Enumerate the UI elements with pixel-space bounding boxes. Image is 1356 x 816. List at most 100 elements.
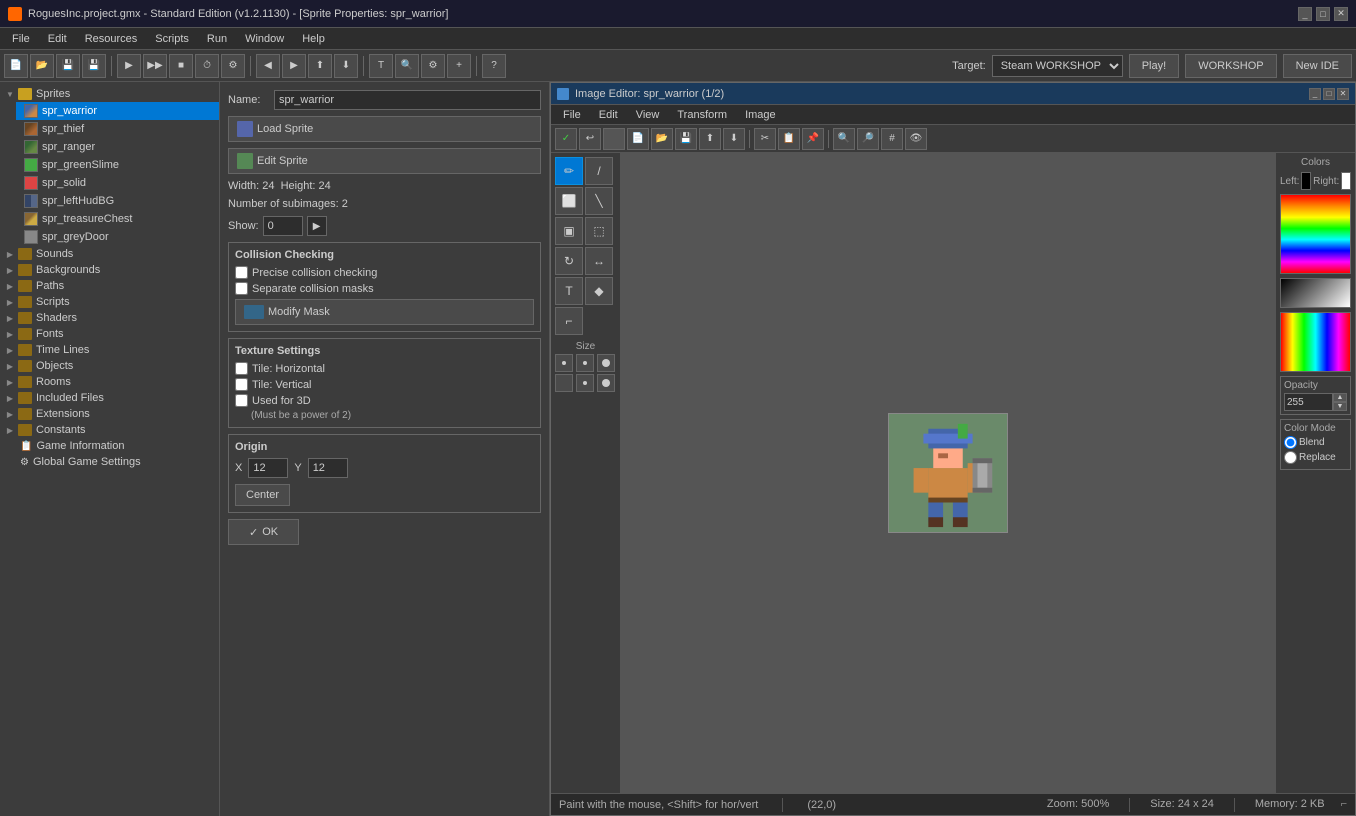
size-btn-3[interactable] [597, 354, 615, 372]
tree-group-header-fonts[interactable]: ▶ Fonts [0, 326, 219, 342]
opacity-input[interactable] [1284, 393, 1333, 411]
menu-scripts[interactable]: Scripts [147, 31, 197, 47]
next-button[interactable]: ▶ [282, 54, 306, 78]
line-tool[interactable]: / [585, 157, 613, 185]
size-btn-5[interactable] [576, 374, 594, 392]
sprite-item-solid[interactable]: spr_solid [16, 174, 219, 192]
origin-x-input[interactable] [248, 458, 288, 478]
tree-group-header-shaders[interactable]: ▶ Shaders [0, 310, 219, 326]
tree-group-header-scripts[interactable]: ▶ Scripts [0, 294, 219, 310]
prev-button[interactable]: ◀ [256, 54, 280, 78]
tile-h-checkbox[interactable] [235, 362, 248, 375]
used-3d-checkbox[interactable] [235, 394, 248, 407]
target-select[interactable]: Steam WORKSHOP [992, 55, 1123, 77]
minimize-button[interactable]: _ [1298, 7, 1312, 21]
global-game-settings-item[interactable]: ⚙ Global Game Settings [0, 454, 219, 470]
blend-radio[interactable] [1284, 436, 1297, 449]
menu-file[interactable]: File [4, 31, 38, 47]
menu-window[interactable]: Window [237, 31, 292, 47]
sprite-item-thief[interactable]: spr_thief [16, 120, 219, 138]
text-button[interactable]: T [369, 54, 393, 78]
editor-restore-button[interactable]: □ [1323, 88, 1335, 100]
color-hue-strip[interactable] [1280, 194, 1351, 274]
editor-minimize-button[interactable]: _ [1309, 88, 1321, 100]
save-all-button[interactable]: 💾 [82, 54, 106, 78]
editor-grid-button[interactable]: # [881, 128, 903, 150]
tree-group-header-included-files[interactable]: ▶ Included Files [0, 390, 219, 406]
editor-zoom-in-button[interactable]: 🔎 [857, 128, 879, 150]
center-button[interactable]: Center [235, 484, 290, 506]
editor-close-button[interactable]: ✕ [1337, 88, 1349, 100]
editor-open-button[interactable]: 📂 [651, 128, 673, 150]
right-color-box[interactable] [1341, 172, 1351, 190]
menu-edit[interactable]: Edit [40, 31, 75, 47]
diagonal-line-tool[interactable]: ╲ [585, 187, 613, 215]
diamond-tool[interactable]: ◆ [585, 277, 613, 305]
new-ide-button[interactable]: New IDE [1283, 54, 1352, 78]
help-button[interactable]: ? [482, 54, 506, 78]
sprite-item-warrior[interactable]: spr_warrior [16, 102, 219, 120]
tree-group-header-paths[interactable]: ▶ Paths [0, 278, 219, 294]
search-button[interactable]: 🔍 [395, 54, 419, 78]
fill-tool[interactable]: ▣ [555, 217, 583, 245]
replace-radio[interactable] [1284, 451, 1297, 464]
workshop-button[interactable]: WORKSHOP [1185, 54, 1276, 78]
tree-group-header-timelines[interactable]: ▶ Time Lines [0, 342, 219, 358]
editor-ok-button[interactable]: ✓ [555, 128, 577, 150]
export-button[interactable]: ⬆ [308, 54, 332, 78]
editor-save-button[interactable]: 💾 [675, 128, 697, 150]
editor-paste-button[interactable]: 📌 [802, 128, 824, 150]
tree-group-header-backgrounds[interactable]: ▶ Backgrounds [0, 262, 219, 278]
menu-resources[interactable]: Resources [77, 31, 146, 47]
save-button[interactable]: 💾 [56, 54, 80, 78]
select-rect-tool[interactable]: ⬚ [585, 217, 613, 245]
editor-new-button[interactable]: 📄 [627, 128, 649, 150]
sprite-item-greenslime[interactable]: spr_greenSlime [16, 156, 219, 174]
size-btn-2[interactable] [576, 354, 594, 372]
new-project-button[interactable]: 📄 [4, 54, 28, 78]
ok-button[interactable]: ✓ OK [228, 519, 299, 545]
editor-undo-button[interactable]: ↩ [579, 128, 601, 150]
text-tool[interactable]: T [555, 277, 583, 305]
origin-y-input[interactable] [308, 458, 348, 478]
editor-zoom-out-button[interactable]: 🔍 [833, 128, 855, 150]
editor-menu-transform[interactable]: Transform [669, 108, 735, 122]
build-button[interactable]: ⚙ [221, 54, 245, 78]
editor-menu-edit[interactable]: Edit [591, 108, 626, 122]
tree-group-header-constants[interactable]: ▶ Constants [0, 422, 219, 438]
editor-import-button[interactable]: ⬇ [723, 128, 745, 150]
close-button[interactable]: ✕ [1334, 7, 1348, 21]
canvas-area[interactable] [621, 153, 1275, 793]
stop-button[interactable]: ■ [169, 54, 193, 78]
menu-help[interactable]: Help [294, 31, 333, 47]
sprite-item-greydoor[interactable]: spr_greyDoor [16, 228, 219, 246]
editor-copy-button[interactable]: 📋 [778, 128, 800, 150]
size-btn-6[interactable] [597, 374, 615, 392]
tree-group-header-rooms[interactable]: ▶ Rooms [0, 374, 219, 390]
editor-preview-button[interactable]: 👁 [905, 128, 927, 150]
left-color-box[interactable] [1301, 172, 1311, 190]
game-information-item[interactable]: 📋 Game Information [0, 438, 219, 454]
run-debug-button[interactable]: ▶▶ [143, 54, 167, 78]
sprite-item-treasurechest[interactable]: spr_treasureChest [16, 210, 219, 228]
corner-tool[interactable]: ⌐ [555, 307, 583, 335]
sprite-canvas[interactable] [888, 413, 1008, 533]
show-arrow-up[interactable]: ▶ [307, 216, 327, 236]
run-button[interactable]: ▶ [117, 54, 141, 78]
editor-menu-view[interactable]: View [628, 108, 668, 122]
name-input[interactable] [274, 90, 541, 110]
maximize-button[interactable]: □ [1316, 7, 1330, 21]
opacity-down-button[interactable]: ▼ [1333, 402, 1347, 411]
show-input[interactable] [263, 216, 303, 236]
modify-mask-button[interactable]: Modify Mask [235, 299, 534, 325]
sprite-item-lefthud[interactable]: spr_leftHudBG [16, 192, 219, 210]
rotate-tool[interactable]: ↻ [555, 247, 583, 275]
edit-sprite-button[interactable]: Edit Sprite [228, 148, 541, 174]
pencil-tool[interactable]: ✏ [555, 157, 583, 185]
editor-window-controls[interactable]: _ □ ✕ [1309, 88, 1349, 100]
size-btn-1[interactable] [555, 354, 573, 372]
tree-group-header-sounds[interactable]: ▶ Sounds [0, 246, 219, 262]
editor-cut-button[interactable]: ✂ [754, 128, 776, 150]
load-sprite-button[interactable]: Load Sprite [228, 116, 541, 142]
color-spectrum[interactable] [1280, 312, 1351, 372]
